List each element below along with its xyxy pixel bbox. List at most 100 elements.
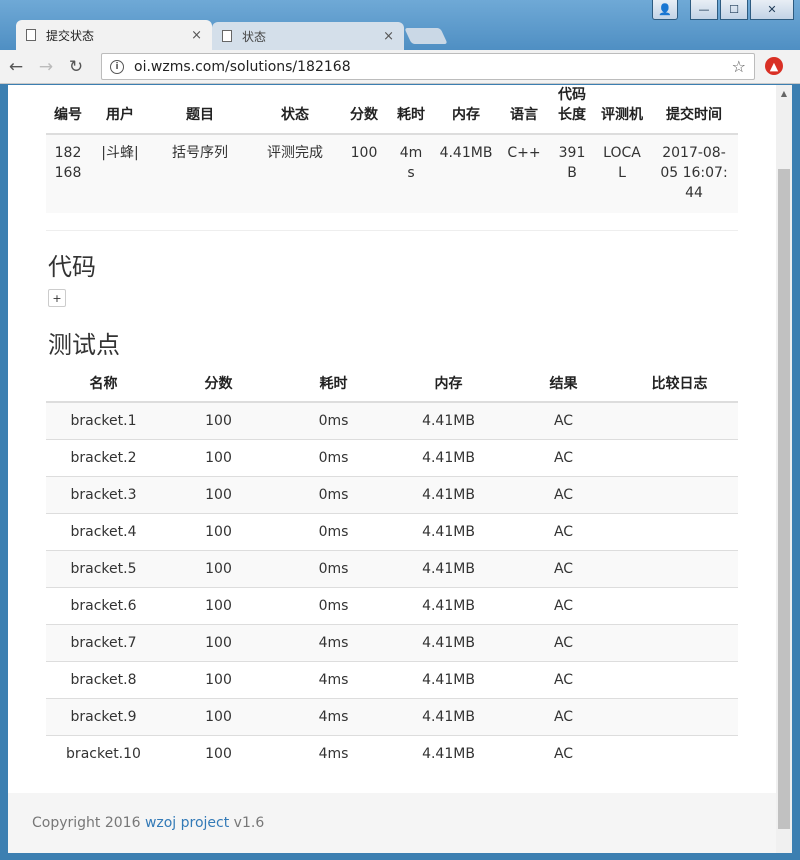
testcase-score: 100 [161,401,276,439]
testcase-time: 0ms [276,549,391,587]
close-window-button[interactable]: ✕ [750,0,794,20]
col-compare-log: 比较日志 [621,365,738,403]
table-row: bracket.4 100 0ms 4.41MB AC [46,512,738,550]
project-link[interactable]: wzoj project [145,815,229,831]
col-language: 语言 [498,85,550,135]
info-icon[interactable]: i [110,59,124,74]
testcase-time: 0ms [276,512,391,550]
user-link[interactable]: |斗蜂| [90,134,150,213]
col-problem: 题目 [150,85,250,135]
testcase-memory: 4.41MB [391,623,506,661]
window-controls: 👤 — ☐ ✕ [652,0,794,20]
testcase-memory: 4.41MB [391,549,506,587]
profile-button[interactable]: 👤 [652,0,678,20]
version-text: v1.6 [229,815,265,831]
testcase-score: 100 [161,697,276,735]
table-row: bracket.3 100 0ms 4.41MB AC [46,475,738,513]
problem-link[interactable]: 括号序列 [150,134,250,213]
testcase-name: bracket.7 [46,623,161,661]
testcase-result: AC [506,697,621,735]
col-score: 分数 [340,85,388,135]
url-text[interactable]: oi.wzms.com/solutions/182168 [134,59,732,75]
page-footer: Copyright 2016 wzoj project v1.6 [8,793,776,853]
code-heading: 代码 [48,253,96,281]
submission-memory: 4.41MB [434,134,498,213]
testcase-result: AC [506,660,621,698]
testcase-name: bracket.3 [46,475,161,513]
testcase-time: 4ms [276,660,391,698]
col-result: 结果 [506,365,621,403]
reload-button[interactable]: ↻ [62,53,90,81]
testcase-memory: 4.41MB [391,401,506,439]
testcase-name: bracket.5 [46,549,161,587]
minimize-button[interactable]: — [690,0,718,20]
submission-judger: LOCAL [594,134,650,213]
testcase-body: bracket.1 100 0ms 4.41MB AC bracket.2 100 0ms 4.… [46,401,738,772]
scroll-up-arrow-icon[interactable]: ▲ [776,85,792,101]
tab-status[interactable]: 状态 × [212,22,404,50]
col-memory: 内存 [434,85,498,135]
testcase-memory: 4.41MB [391,475,506,513]
testcase-log [621,438,738,476]
testcase-name: bracket.1 [46,401,161,439]
table-row: bracket.2 100 0ms 4.41MB AC [46,438,738,476]
testcase-memory: 4.41MB [391,438,506,476]
submission-row: 182168 |斗蜂| 括号序列 评测完成 100 4ms 4.41MB C++… [46,134,738,213]
section-divider [46,230,738,231]
tab-label: 提交状态 [46,28,95,43]
vertical-scrollbar[interactable]: ▲ [776,85,792,853]
testcase-result: AC [506,475,621,513]
code-toggle-button[interactable]: + [48,289,66,307]
table-row: bracket.1 100 0ms 4.41MB AC [46,401,738,439]
testcase-name: bracket.10 [46,734,161,772]
testcase-log [621,697,738,735]
maximize-button[interactable]: ☐ [720,0,748,20]
tests-heading: 测试点 [48,331,120,359]
new-tab-button[interactable] [404,28,448,44]
testcase-time: 4ms [276,697,391,735]
col-id: 编号 [46,85,90,135]
testcase-result: AC [506,586,621,624]
browser-toolbar: ← → ↻ i oi.wzms.com/solutions/182168 ☆ ▲ [0,50,800,84]
testcase-log [621,549,738,587]
testcase-score: 100 [161,512,276,550]
testcase-time: 4ms [276,623,391,661]
col-time: 耗时 [388,85,434,135]
close-tab-icon[interactable]: × [383,29,394,44]
submission-code-length: 391B [550,134,594,213]
col-time: 耗时 [276,365,391,403]
testcase-name: bracket.8 [46,660,161,698]
back-button[interactable]: ← [2,53,30,81]
testcase-name: bracket.4 [46,512,161,550]
testcase-score: 100 [161,549,276,587]
window-frame-right [792,85,800,860]
testcase-memory: 4.41MB [391,660,506,698]
testcase-time: 4ms [276,734,391,772]
testcase-result: AC [506,512,621,550]
submission-id: 182168 [46,134,90,213]
col-submit-time: 提交时间 [650,85,738,135]
col-status: 状态 [250,85,340,135]
testcase-log [621,586,738,624]
testcase-log [621,475,738,513]
testcase-result: AC [506,734,621,772]
forward-button[interactable]: → [32,53,60,81]
close-tab-icon[interactable]: × [191,28,202,43]
extension-icon[interactable]: ▲ [765,57,783,75]
testcase-log [621,660,738,698]
scroll-thumb[interactable] [778,169,790,829]
testcase-log [621,512,738,550]
testcase-time: 0ms [276,475,391,513]
bookmark-star-icon[interactable]: ☆ [732,57,746,76]
tab-submission-status[interactable]: 提交状态 × [16,20,212,50]
copyright-text: Copyright 2016 [32,815,145,831]
testcase-time: 0ms [276,438,391,476]
col-user: 用户 [90,85,150,135]
address-bar[interactable]: i oi.wzms.com/solutions/182168 ☆ [101,53,755,80]
testcase-score: 100 [161,623,276,661]
testcase-result: AC [506,401,621,439]
testcase-log [621,401,738,439]
col-judger: 评测机 [594,85,650,135]
submission-status: 评测完成 [250,134,340,213]
table-row: bracket.9 100 4ms 4.41MB AC [46,697,738,735]
